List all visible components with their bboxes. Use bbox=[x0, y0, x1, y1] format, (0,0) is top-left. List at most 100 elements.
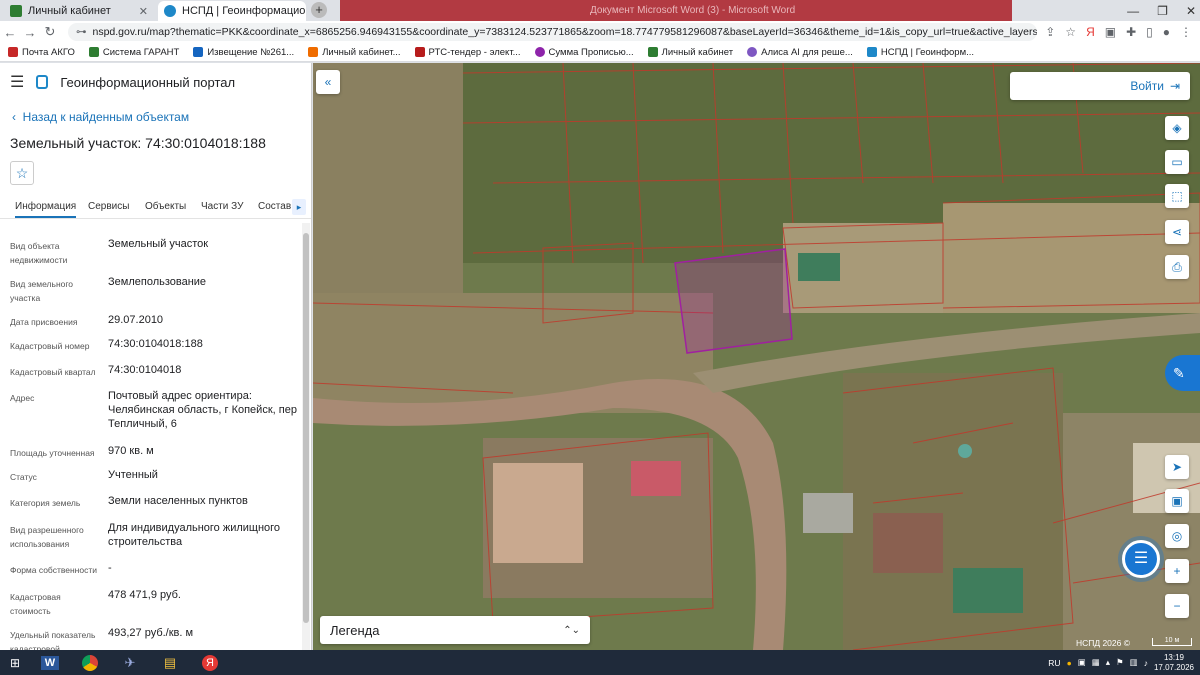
bookmark-item[interactable]: Почта АКГО bbox=[8, 47, 75, 58]
close-window-icon[interactable]: ✕ bbox=[1186, 4, 1196, 18]
login-button[interactable]: Войти ⇥ bbox=[1010, 72, 1190, 100]
bookmark-item[interactable]: Сумма Прописью... bbox=[534, 47, 634, 58]
portal-logo-icon bbox=[36, 75, 49, 89]
yandex-tray-icon[interactable]: ● bbox=[1067, 658, 1072, 668]
tray-icon[interactable]: ▦ bbox=[1092, 657, 1100, 668]
search-location-button[interactable]: ◎ bbox=[1165, 524, 1189, 548]
field-value: 970 кв. м bbox=[108, 445, 154, 457]
zoom-out-button[interactable]: − bbox=[1165, 594, 1189, 618]
bookmark-item[interactable]: НСПД | Геоинформ... bbox=[866, 47, 974, 58]
language-indicator[interactable]: RU bbox=[1048, 658, 1060, 668]
bookmark-item[interactable]: Система ГАРАНТ bbox=[88, 47, 179, 58]
browser-tab-nalog[interactable]: Личный кабинет ✕ bbox=[4, 1, 154, 21]
field-value: Земли населенных пунктов bbox=[108, 495, 248, 507]
taskbar-app[interactable]: ✈ bbox=[110, 650, 150, 675]
portal-name: Геоинформационный портал bbox=[60, 74, 236, 90]
clock[interactable]: 13:19 17.07.2026 bbox=[1154, 653, 1194, 673]
plus-icon: + bbox=[1173, 564, 1181, 578]
zoom-in-button[interactable]: + bbox=[1165, 559, 1189, 583]
profile-icon[interactable]: ● bbox=[1163, 25, 1170, 39]
minimize-icon[interactable]: — bbox=[1127, 4, 1139, 18]
field-value: 493,27 руб./кв. м bbox=[108, 627, 194, 639]
bookmark-item[interactable]: РТС-тендер - элект... bbox=[414, 47, 521, 58]
share-button[interactable]: ⋖ bbox=[1165, 220, 1189, 244]
new-tab-button[interactable]: + bbox=[311, 2, 327, 18]
taskbar-yandex[interactable]: Я bbox=[190, 650, 230, 675]
address-bar: ← → ↻ ⊶ nspd.gov.ru/map?thematic=PKK&coo… bbox=[0, 21, 1200, 43]
menu-icon[interactable]: ⋮ bbox=[1180, 25, 1192, 39]
puzzle-icon[interactable]: ✚ bbox=[1126, 25, 1136, 39]
field-label: Дата присвоения bbox=[10, 317, 78, 327]
share-icon: ⋖ bbox=[1171, 225, 1183, 239]
clock-date: 17.07.2026 bbox=[1153, 662, 1194, 672]
assistant-chat-button[interactable]: ☰ bbox=[1122, 540, 1160, 578]
taskbar-word[interactable]: W bbox=[30, 650, 70, 675]
chat-icon: ✎ bbox=[1173, 365, 1185, 381]
windows-logo-icon: ⊞ bbox=[9, 655, 21, 670]
info-tabs: Информация Сервисы Объекты Части ЗУ Сост… bbox=[0, 197, 311, 219]
tab-parts[interactable]: Части ЗУ bbox=[201, 201, 243, 212]
field-value: Для индивидуального жилищного строительс… bbox=[108, 522, 281, 548]
measure-button[interactable]: ▭ bbox=[1165, 150, 1189, 174]
collapse-panel-button[interactable]: « bbox=[316, 70, 340, 94]
site-info-icon[interactable]: ⊶ bbox=[76, 26, 87, 38]
geolocation-button[interactable]: ➤ bbox=[1165, 455, 1189, 479]
url-input[interactable]: ⊶ nspd.gov.ru/map?thematic=PKK&coordinat… bbox=[68, 23, 1038, 41]
bookmark-item[interactable]: Личный кабинет bbox=[647, 47, 733, 58]
share-icon[interactable]: ⇪ bbox=[1045, 25, 1055, 39]
field-value: 29.07.2010 bbox=[108, 314, 164, 326]
back-arrow-icon[interactable]: ← bbox=[0, 25, 20, 40]
maximize-icon[interactable]: ❐ bbox=[1157, 4, 1168, 18]
print-button[interactable]: ⎙ bbox=[1165, 255, 1189, 279]
selected-parcel-outline[interactable] bbox=[674, 248, 793, 354]
tab-services[interactable]: Сервисы bbox=[88, 201, 129, 212]
print-icon: ⎙ bbox=[1172, 260, 1182, 274]
tray-icon[interactable]: ▴ bbox=[1106, 657, 1110, 668]
map-copyright: НСПД 2026 © bbox=[1075, 638, 1130, 648]
layers-button[interactable]: ◈ bbox=[1165, 116, 1189, 140]
basemap-button[interactable]: ▣ bbox=[1165, 489, 1189, 513]
browser-tab-bar: Личный кабинет ✕ НСПД | Геоинформационны… bbox=[0, 0, 1200, 21]
browser-tab-nspd[interactable]: НСПД | Геоинформационный п ✕ bbox=[158, 1, 306, 21]
satellite-map[interactable]: « Войти ⇥ ◈ ▭ ⬚ ⋖ ⎙ ✎ ➤ ▣ ◎ + − ☰ Легенд… bbox=[313, 63, 1200, 650]
yandex-icon[interactable]: Я bbox=[1086, 25, 1095, 39]
bookmark-item[interactable]: Алиса AI для реше... bbox=[747, 47, 853, 58]
tab-objects[interactable]: Объекты bbox=[145, 201, 186, 212]
bookmark-item[interactable]: Личный кабинет... bbox=[308, 47, 401, 58]
sidepanel-icon[interactable]: ▯ bbox=[1146, 25, 1153, 39]
bookmark-icon bbox=[647, 47, 658, 57]
field-label: Статус bbox=[10, 472, 37, 482]
tab-composition[interactable]: Состав bbox=[258, 201, 291, 212]
network-icon[interactable]: ▥ bbox=[1130, 657, 1138, 668]
field-label: Форма собственности bbox=[10, 565, 97, 575]
close-icon[interactable]: ✕ bbox=[139, 5, 148, 18]
tab-information[interactable]: Информация bbox=[15, 201, 77, 218]
field-label: Кадастровый квартал bbox=[10, 367, 96, 377]
legend-dropdown[interactable]: Легенда ⌃⌄ bbox=[320, 616, 590, 644]
bookmark-item[interactable]: Извещение №261... bbox=[193, 47, 294, 58]
app-icon: ✈ bbox=[124, 654, 136, 670]
select-area-button[interactable]: ⬚ bbox=[1165, 184, 1189, 208]
reload-icon[interactable]: ↻ bbox=[40, 24, 60, 40]
extension-icon[interactable]: ▣ bbox=[1105, 25, 1116, 39]
back-to-results-link[interactable]: ‹ Назад к найденным объектам bbox=[12, 110, 189, 124]
window-title: Документ Microsoft Word (3) - Microsoft … bbox=[340, 0, 1012, 21]
tabs-scroll-right-icon[interactable]: ▸ bbox=[292, 199, 306, 215]
volume-icon[interactable]: ♪ bbox=[1144, 658, 1148, 668]
flag-icon[interactable]: ⚑ bbox=[1116, 657, 1124, 668]
start-button[interactable]: ⊞ bbox=[0, 650, 30, 675]
scrollbar-thumb[interactable] bbox=[303, 233, 309, 623]
feedback-side-tab[interactable]: ✎ bbox=[1165, 355, 1200, 391]
tray-icon[interactable]: ▣ bbox=[1078, 657, 1086, 668]
hamburger-menu-icon[interactable]: ☰ bbox=[10, 72, 24, 92]
select-area-icon: ⬚ bbox=[1171, 189, 1183, 203]
taskbar-chrome[interactable] bbox=[70, 650, 110, 675]
tab-label: Личный кабинет bbox=[28, 5, 111, 17]
star-icon[interactable]: ☆ bbox=[1065, 25, 1076, 39]
taskbar-explorer[interactable]: ▤ bbox=[150, 650, 190, 675]
clock-time: 13:19 bbox=[1163, 652, 1184, 662]
windows-taskbar: ⊞ W ✈ ▤ Я RU ● ▣ ▦ ▴ ⚑ ▥ ♪ 13:19 17.07.2… bbox=[0, 650, 1200, 675]
forward-arrow-icon[interactable]: → bbox=[20, 25, 40, 40]
panel-scrollbar[interactable] bbox=[302, 223, 310, 650]
favorite-star-button[interactable]: ☆ bbox=[10, 161, 34, 185]
